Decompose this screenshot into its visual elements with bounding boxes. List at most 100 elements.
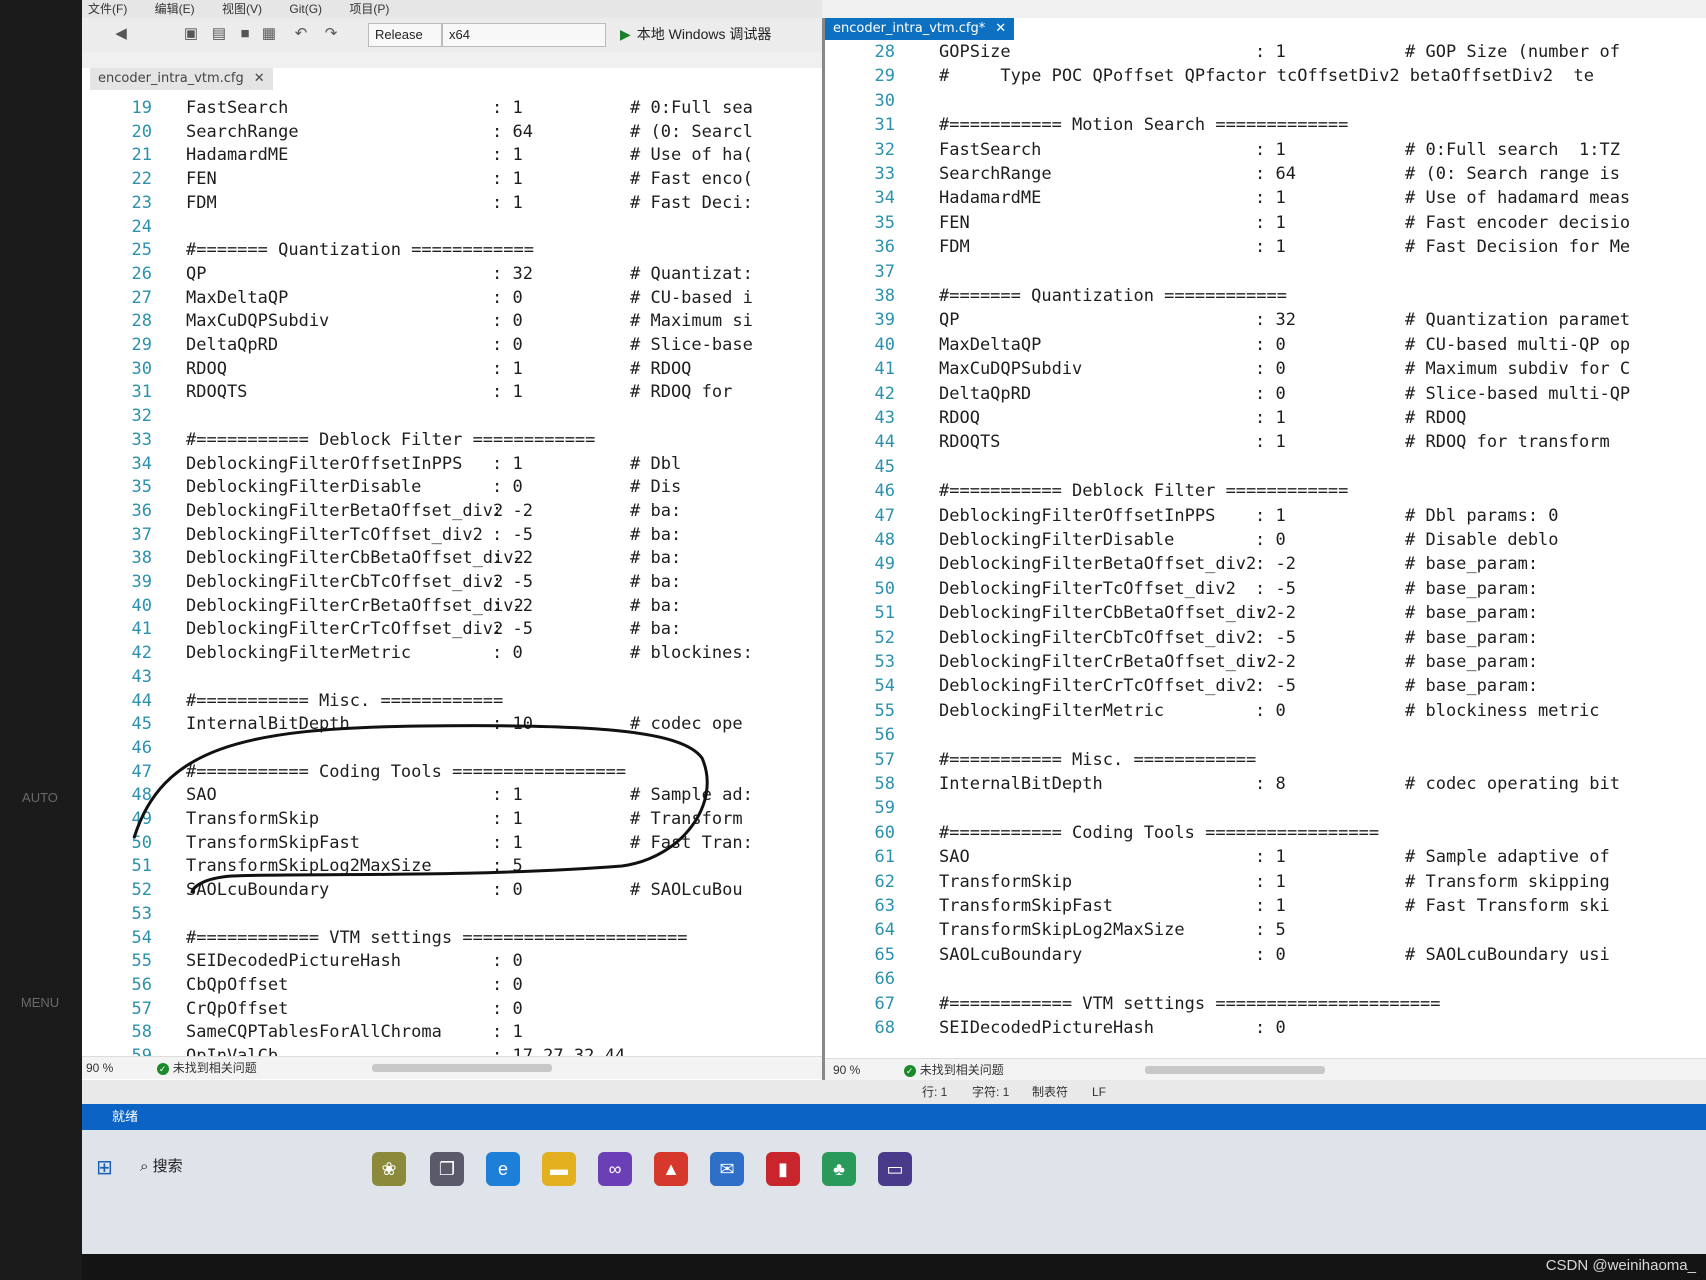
task-view-icon[interactable]: ❐: [430, 1152, 464, 1186]
code-line[interactable]: 29 DeltaQpRD: 0 # Slice-base: [82, 335, 822, 359]
right-zoom-level[interactable]: 90 %: [833, 1063, 860, 1077]
code-line[interactable]: 39 QP: 32 # Quantization paramet: [825, 310, 1706, 334]
code-line[interactable]: 39 DeblockingFilterCbTcOffset_div2: -5 # b…: [82, 572, 822, 596]
code-line[interactable]: 42 DeltaQpRD: 0 # Slice-based multi-QP: [825, 384, 1706, 408]
code-line[interactable]: 58 SameCQPTablesForAllChroma: 1: [82, 1022, 822, 1046]
code-line[interactable]: 43 RDOQ: 1 # RDOQ: [825, 408, 1706, 432]
code-line[interactable]: 36 DeblockingFilterBetaOffset_div2: -2 # b…: [82, 501, 822, 525]
code-line[interactable]: 57 CrQpOffset: 0: [82, 999, 822, 1023]
code-line[interactable]: 66: [825, 969, 1706, 993]
code-line[interactable]: 28 MaxCuDQPSubdiv: 0 # Maximum si: [82, 311, 822, 335]
code-line[interactable]: 49 DeblockingFilterBetaOffset_div2: -2 # b…: [825, 554, 1706, 578]
code-line[interactable]: 32 FastSearch: 1 # 0:Full search 1:TZ: [825, 140, 1706, 164]
close-icon[interactable]: ✕: [254, 71, 265, 86]
code-line[interactable]: 30 RDOQ: 1 # RDOQ: [82, 359, 822, 383]
code-line[interactable]: 41 DeblockingFilterCrTcOffset_div2: -5 # b…: [82, 619, 822, 643]
code-line[interactable]: 56: [825, 725, 1706, 749]
code-line[interactable]: 26 QP: 32 # Quantizat:: [82, 264, 822, 288]
app-icon-purple[interactable]: ▭: [878, 1152, 912, 1186]
app-icon-book[interactable]: ▮: [766, 1152, 800, 1186]
run-debugger-button[interactable]: ▶ 本地 Windows 调试器: [620, 24, 771, 44]
code-line[interactable]: 54 DeblockingFilterCrTcOffset_div2: -5 # b…: [825, 676, 1706, 700]
menu-project[interactable]: 项目(P): [349, 0, 389, 18]
file-explorer-icon[interactable]: ▬: [542, 1152, 576, 1186]
menu-git[interactable]: Git(G): [289, 0, 322, 18]
code-line[interactable]: 61 SAO: 1 # Sample adaptive of: [825, 847, 1706, 871]
code-line[interactable]: 38 #======= Quantization ============: [825, 286, 1706, 310]
code-line[interactable]: 55 SEIDecodedPictureHash: 0: [82, 951, 822, 975]
code-line[interactable]: 44 RDOQTS: 1 # RDOQ for transform: [825, 432, 1706, 456]
code-line[interactable]: 42 DeblockingFilterMetric: 0 # blockines:: [82, 643, 822, 667]
menu-view[interactable]: 视图(V): [222, 0, 262, 18]
windows-start-icon[interactable]: ⊞: [96, 1156, 118, 1178]
code-line[interactable]: 59: [825, 798, 1706, 822]
visual-studio-icon[interactable]: ∞: [598, 1152, 632, 1186]
code-line[interactable]: 53: [82, 904, 822, 928]
tab-left-file[interactable]: encoder_intra_vtm.cfg ✕: [90, 68, 273, 90]
edge-browser-icon[interactable]: e: [486, 1152, 520, 1186]
left-code-area[interactable]: 19 FastSearch: 1 # 0:Full sea 20 SearchRange…: [82, 98, 822, 1080]
new-project-icon[interactable]: ▣: [182, 25, 200, 43]
code-line[interactable]: 22 FEN: 1 # Fast enco(: [82, 169, 822, 193]
code-line[interactable]: 54 #============ VTM settings ===========…: [82, 928, 822, 952]
code-line[interactable]: 23 FDM: 1 # Fast Deci:: [82, 193, 822, 217]
code-line[interactable]: 31 RDOQTS: 1 # RDOQ for: [82, 382, 822, 406]
code-line[interactable]: 20 SearchRange: 64 # (0: Searcl: [82, 122, 822, 146]
left-horizontal-scrollbar[interactable]: [372, 1064, 552, 1072]
left-zoom-level[interactable]: 90 %: [86, 1061, 113, 1075]
indent-mode[interactable]: 制表符: [1032, 1080, 1068, 1104]
mail-icon[interactable]: ✉: [710, 1152, 744, 1186]
code-line[interactable]: 21 HadamardME: 1 # Use of ha(: [82, 145, 822, 169]
code-line[interactable]: 46 #=========== Deblock Filter ==========…: [825, 481, 1706, 505]
redo-icon[interactable]: ↷: [322, 25, 340, 43]
code-line[interactable]: 35 DeblockingFilterDisable: 0 # Dis: [82, 477, 822, 501]
menu-edit[interactable]: 编辑(E): [155, 0, 195, 18]
undo-icon[interactable]: ↶: [292, 25, 310, 43]
right-horizontal-scrollbar[interactable]: [1145, 1066, 1325, 1074]
code-line[interactable]: 53 DeblockingFilterCrBetaOffset_div2: -2 #…: [825, 652, 1706, 676]
code-line[interactable]: 27 MaxDeltaQP: 0 # CU-based i: [82, 288, 822, 312]
code-line[interactable]: 25 #======= Quantization ============: [82, 240, 822, 264]
app-icon-red[interactable]: ▲: [654, 1152, 688, 1186]
code-line[interactable]: 34 DeblockingFilterOffsetInPPS: 1 # Dbl: [82, 454, 822, 478]
code-line[interactable]: 50 DeblockingFilterTcOffset_div2: -5 # bas…: [825, 579, 1706, 603]
code-line[interactable]: 37: [825, 262, 1706, 286]
code-line[interactable]: 37 DeblockingFilterTcOffset_div2: -5 # ba:: [82, 525, 822, 549]
code-line[interactable]: 62 TransformSkip: 1 # Transform skipping: [825, 872, 1706, 896]
code-line[interactable]: 43: [82, 667, 822, 691]
app-icon-green[interactable]: ♣: [822, 1152, 856, 1186]
code-line[interactable]: 31 #=========== Motion Search ===========…: [825, 115, 1706, 139]
bezel-menu-label[interactable]: MENU: [12, 995, 68, 1010]
code-line[interactable]: 45: [825, 457, 1706, 481]
code-line[interactable]: 56 CbQpOffset: 0: [82, 975, 822, 999]
code-line[interactable]: 60 #=========== Coding Tools ============…: [825, 823, 1706, 847]
code-line[interactable]: 29 # Type POC QPoffset QPfactor tcOffsetD…: [825, 66, 1706, 90]
code-line[interactable]: 36 FDM: 1 # Fast Decision for Me: [825, 237, 1706, 261]
back-icon[interactable]: ◀: [112, 25, 130, 43]
save-all-icon[interactable]: ▦: [260, 25, 278, 43]
code-line[interactable]: 40 MaxDeltaQP: 0 # CU-based multi-QP op: [825, 335, 1706, 359]
code-line[interactable]: 67 #============ VTM settings ===========…: [825, 994, 1706, 1018]
code-line[interactable]: 38 DeblockingFilterCbBetaOffset_div2: -2 #…: [82, 548, 822, 572]
save-icon[interactable]: ■: [236, 25, 254, 43]
code-line[interactable]: 24: [82, 217, 822, 241]
code-line[interactable]: 58 InternalBitDepth: 8 # codec operating b…: [825, 774, 1706, 798]
taskbar-widget-icon[interactable]: ❀: [372, 1152, 406, 1186]
tab-right-file[interactable]: encoder_intra_vtm.cfg* ✕: [825, 18, 1015, 40]
menu-file[interactable]: 文件(F): [88, 0, 127, 18]
code-line[interactable]: 65 SAOLcuBoundary: 0 # SAOLcuBoundary usi: [825, 945, 1706, 969]
taskbar-search[interactable]: ⌕ 搜索: [140, 1154, 183, 1180]
close-icon[interactable]: ✕: [995, 21, 1006, 36]
platform-select[interactable]: x64: [442, 23, 606, 47]
code-line[interactable]: 47 DeblockingFilterOffsetInPPS: 1 # Dbl pa…: [825, 506, 1706, 530]
open-folder-icon[interactable]: ▤: [210, 25, 228, 43]
code-line[interactable]: 41 MaxCuDQPSubdiv: 0 # Maximum subdiv for …: [825, 359, 1706, 383]
code-line[interactable]: 35 FEN: 1 # Fast encoder decisio: [825, 213, 1706, 237]
right-code-area[interactable]: 28 GOPSize: 1 # GOP Size (number of 29 # Typ…: [825, 42, 1706, 1062]
code-line[interactable]: 33 #=========== Deblock Filter ==========…: [82, 430, 822, 454]
code-line[interactable]: 19 FastSearch: 1 # 0:Full sea: [82, 98, 822, 122]
code-line[interactable]: 33 SearchRange: 64 # (0: Search range is: [825, 164, 1706, 188]
code-line[interactable]: 68 SEIDecodedPictureHash: 0: [825, 1018, 1706, 1042]
code-line[interactable]: 28 GOPSize: 1 # GOP Size (number of: [825, 42, 1706, 66]
configuration-select[interactable]: Release: [368, 23, 442, 47]
